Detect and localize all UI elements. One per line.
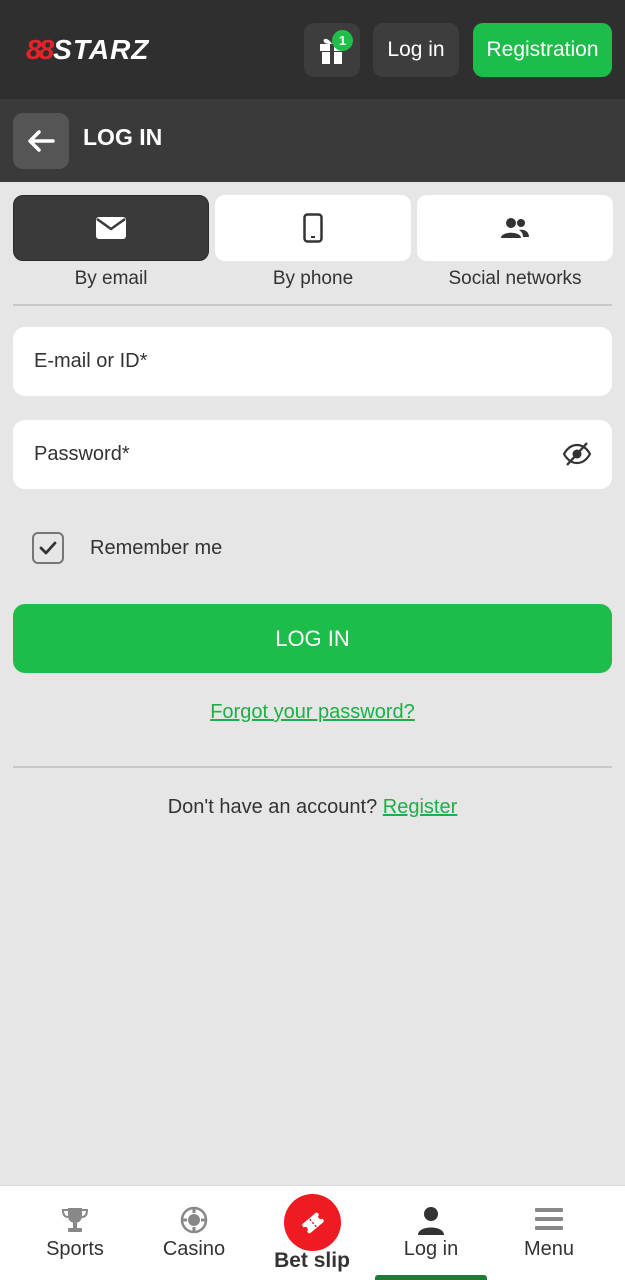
nav-label-casino: Casino <box>162 1238 226 1260</box>
phone-icon <box>303 213 323 243</box>
nav-label-bet-slip: Bet slip <box>274 1249 350 1272</box>
login-submit-button[interactable]: LOG IN <box>13 604 612 673</box>
email-placeholder: E-mail or ID* <box>34 350 148 372</box>
checkmark-icon <box>39 541 57 555</box>
logo[interactable]: 88 STARZ <box>26 34 149 66</box>
remember-checkbox[interactable] <box>32 532 64 564</box>
register-prompt: Don't have an account? Register <box>0 796 625 819</box>
gift-button[interactable] <box>304 23 360 77</box>
nav-label-menu: Menu <box>523 1238 575 1260</box>
tab-by-phone[interactable] <box>215 195 411 261</box>
trophy-icon <box>61 1208 89 1232</box>
nav-casino[interactable]: Casino <box>134 1186 254 1280</box>
users-icon <box>501 218 529 238</box>
tab-label-social: Social networks <box>448 268 582 289</box>
hamburger-icon <box>535 1208 563 1230</box>
password-placeholder: Password* <box>34 443 130 465</box>
casino-chip-icon <box>180 1206 208 1234</box>
user-icon <box>418 1207 444 1235</box>
nav-menu[interactable]: Menu <box>489 1186 609 1280</box>
envelope-icon <box>96 217 126 239</box>
nav-sports[interactable]: Sports <box>15 1186 135 1280</box>
tab-by-email[interactable] <box>13 195 209 261</box>
gift-count-badge: 1 <box>332 30 353 51</box>
active-tab-indicator <box>375 1275 487 1280</box>
nav-login[interactable]: Log in <box>371 1186 491 1280</box>
no-account-text: Don't have an account? <box>167 796 378 818</box>
forgot-password-link[interactable]: Forgot your password? <box>0 701 625 724</box>
divider <box>13 304 612 306</box>
bet-slip-button[interactable] <box>284 1194 341 1251</box>
remember-label: Remember me <box>90 537 223 559</box>
tab-label-email: By email <box>74 268 148 289</box>
eye-off-icon[interactable] <box>562 441 592 467</box>
register-link[interactable]: Register <box>383 796 457 818</box>
registration-button[interactable]: Registration <box>473 23 612 77</box>
logo-prefix: 88 <box>26 34 54 65</box>
password-field[interactable]: Password* <box>13 420 612 489</box>
logo-text: STARZ <box>53 34 150 65</box>
back-button[interactable] <box>13 113 69 169</box>
tab-social-networks[interactable] <box>417 195 613 261</box>
arrow-left-icon <box>28 130 55 152</box>
nav-label-sports: Sports <box>46 1238 104 1260</box>
email-field[interactable]: E-mail or ID* <box>13 327 612 396</box>
tab-label-phone: By phone <box>272 268 354 289</box>
nav-label-login: Log in <box>403 1238 459 1260</box>
divider <box>13 766 612 768</box>
page-title: LOG IN <box>83 124 163 150</box>
header-login-button[interactable]: Log in <box>373 23 459 77</box>
ticket-icon <box>301 1212 324 1233</box>
